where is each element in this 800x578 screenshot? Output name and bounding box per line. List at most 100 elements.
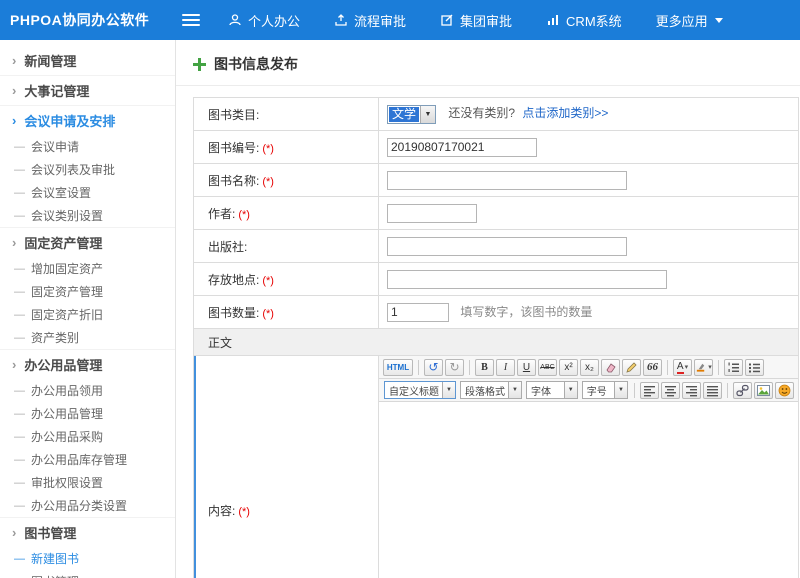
- sidebar-item-meeting-mgmt[interactable]: ›会议申请及安排: [0, 105, 175, 135]
- book-form: 图书类目: 文学 ▼ 还没有类别? 点击添加类别>> 图书编号:(*) 图书名称…: [193, 97, 799, 578]
- form-row-quantity: 图书数量:(*) 填写数字，该图书的数量: [194, 296, 799, 329]
- font-color-icon: A: [677, 361, 684, 374]
- paragraph-format-dropdown[interactable]: 段落格式▼: [460, 381, 522, 399]
- sidebar-item-supplies-purchase[interactable]: —办公用品采购: [0, 425, 175, 448]
- sidebar-item-new-book[interactable]: —新建图书: [0, 547, 175, 570]
- custom-title-dropdown[interactable]: 自定义标题▼: [384, 381, 456, 399]
- sidebar-item-meeting-apply[interactable]: —会议申请: [0, 135, 175, 158]
- nav-label: 流程审批: [354, 11, 406, 30]
- strikethrough-button[interactable]: ABC: [538, 359, 557, 376]
- sidebar-item-asset-category[interactable]: —资产类别: [0, 326, 175, 349]
- sidebar-item-news-mgmt[interactable]: ›新闻管理: [0, 45, 175, 75]
- highlight-color-button[interactable]: ▾: [694, 359, 713, 376]
- dropdown-caret-icon: ▼: [564, 382, 577, 398]
- category-select[interactable]: 文学 ▼: [387, 105, 436, 124]
- eraser-icon: [604, 361, 617, 374]
- sidebar-item-office-supplies-mgmt[interactable]: ›办公用品管理: [0, 349, 175, 379]
- author-input[interactable]: [387, 204, 477, 223]
- required-mark: (*): [262, 143, 274, 155]
- no-category-text: 还没有类别?: [448, 106, 515, 120]
- sidebar-item-fixed-asset-manage[interactable]: —固定资产管理: [0, 280, 175, 303]
- category-selected-value: 文学: [389, 107, 419, 122]
- insert-emoticon-button[interactable]: [775, 382, 794, 399]
- ordered-list-button[interactable]: [724, 359, 743, 376]
- sidebar-item-meeting-category-settings[interactable]: —会议类别设置: [0, 204, 175, 227]
- add-category-link[interactable]: 点击添加类别>>: [522, 106, 608, 120]
- bold-button[interactable]: B: [475, 359, 494, 376]
- subscript-button[interactable]: x₂: [580, 359, 599, 376]
- align-center-button[interactable]: [661, 382, 680, 399]
- sidebar-item-fixed-assets-mgmt[interactable]: ›固定资产管理: [0, 227, 175, 257]
- publisher-label: 出版社:: [194, 230, 379, 263]
- required-mark: (*): [262, 275, 274, 287]
- sidebar-item-asset-depreciation[interactable]: —固定资产折旧: [0, 303, 175, 326]
- align-right-button[interactable]: [682, 382, 701, 399]
- sidebar-item-book-mgmt[interactable]: ›图书管理: [0, 517, 175, 547]
- remove-format-button[interactable]: [601, 359, 620, 376]
- dropdown-caret-icon: ▼: [614, 382, 627, 398]
- editor-content-area[interactable]: [379, 402, 798, 578]
- chart-bars-icon: [546, 13, 560, 27]
- sidebar-item-label: 会议列表及审批: [31, 161, 115, 178]
- publisher-input[interactable]: [387, 237, 627, 256]
- nav-workflow-approval[interactable]: 流程审批: [334, 11, 406, 30]
- format-painter-button[interactable]: [622, 359, 641, 376]
- toolbar-separator: [634, 383, 635, 398]
- sidebar-item-supplies-inventory[interactable]: —办公用品库存管理: [0, 448, 175, 471]
- superscript-button[interactable]: x²: [559, 359, 578, 376]
- sidebar-item-label: 大事记管理: [24, 81, 89, 100]
- chevron-right-icon: ›: [12, 53, 16, 68]
- quantity-label: 图书数量:(*): [194, 296, 379, 329]
- sidebar-item-label: 审批权限设置: [31, 474, 103, 491]
- font-family-dropdown[interactable]: 字体▼: [526, 381, 578, 399]
- font-color-button[interactable]: A▾: [673, 359, 692, 376]
- font-size-dropdown[interactable]: 字号▼: [582, 381, 628, 399]
- page-title-bar: 图书信息发布: [176, 40, 800, 86]
- form-row-publisher: 出版社:: [194, 230, 799, 263]
- ordered-list-icon: [727, 361, 740, 374]
- unordered-list-button[interactable]: [745, 359, 764, 376]
- sidebar-item-approval-permission-settings[interactable]: — 审批权限设置: [0, 471, 175, 494]
- main-content: 图书信息发布 图书类目: 文学 ▼ 还没有类别? 点击添加类别>> 图书编号:(…: [176, 40, 800, 578]
- sidebar-item-meeting-list[interactable]: —会议列表及审批: [0, 158, 175, 181]
- sidebar-item-label: 会议申请: [31, 138, 79, 155]
- sidebar-item-supplies-classification[interactable]: —办公用品分类设置: [0, 494, 175, 517]
- nav-personal-office[interactable]: 个人办公: [228, 11, 300, 30]
- html-source-button[interactable]: HTML: [383, 359, 413, 376]
- undo-button[interactable]: ↺: [424, 359, 443, 376]
- location-input[interactable]: [387, 270, 667, 289]
- body-section-row: 正文: [194, 329, 799, 356]
- dash-icon: —: [14, 408, 25, 420]
- sidebar-item-supplies-claim[interactable]: —办公用品领用: [0, 379, 175, 402]
- edit-square-icon: [440, 13, 454, 27]
- insert-image-button[interactable]: [754, 382, 773, 399]
- align-left-button[interactable]: [640, 382, 659, 399]
- blockquote-button[interactable]: 66: [643, 359, 662, 376]
- form-row-book-name: 图书名称:(*): [194, 164, 799, 197]
- sidebar-item-supplies-manage[interactable]: —办公用品管理: [0, 402, 175, 425]
- author-label: 作者:(*): [194, 197, 379, 230]
- nav-more-apps[interactable]: 更多应用: [656, 11, 723, 30]
- quantity-hint: 填写数字，该图书的数量: [460, 305, 592, 319]
- redo-button[interactable]: ↻: [445, 359, 464, 376]
- sidebar: ›新闻管理 ›大事记管理 ›会议申请及安排 —会议申请 —会议列表及审批 —会议…: [0, 40, 176, 578]
- insert-link-button[interactable]: [733, 382, 752, 399]
- dash-icon: —: [14, 385, 25, 397]
- dash-icon: —: [14, 477, 25, 489]
- sidebar-item-meeting-room-settings[interactable]: —会议室设置: [0, 181, 175, 204]
- required-mark: (*): [262, 308, 274, 320]
- nav-group-approval[interactable]: 集团审批: [440, 11, 512, 30]
- dash-icon: —: [14, 286, 25, 298]
- align-justify-button[interactable]: [703, 382, 722, 399]
- sidebar-item-book-manage[interactable]: —图书管理: [0, 570, 175, 578]
- underline-button[interactable]: U: [517, 359, 536, 376]
- book-no-input[interactable]: [387, 138, 537, 157]
- nav-crm-system[interactable]: CRM系统: [546, 11, 622, 30]
- menu-toggle-icon[interactable]: [182, 11, 200, 29]
- sidebar-item-add-fixed-asset[interactable]: —增加固定资产: [0, 257, 175, 280]
- sidebar-item-memorabilia-mgmt[interactable]: ›大事记管理: [0, 75, 175, 105]
- quantity-input[interactable]: [387, 303, 449, 322]
- italic-button[interactable]: I: [496, 359, 515, 376]
- book-name-input[interactable]: [387, 171, 627, 190]
- sidebar-item-label: 会议室设置: [31, 184, 91, 201]
